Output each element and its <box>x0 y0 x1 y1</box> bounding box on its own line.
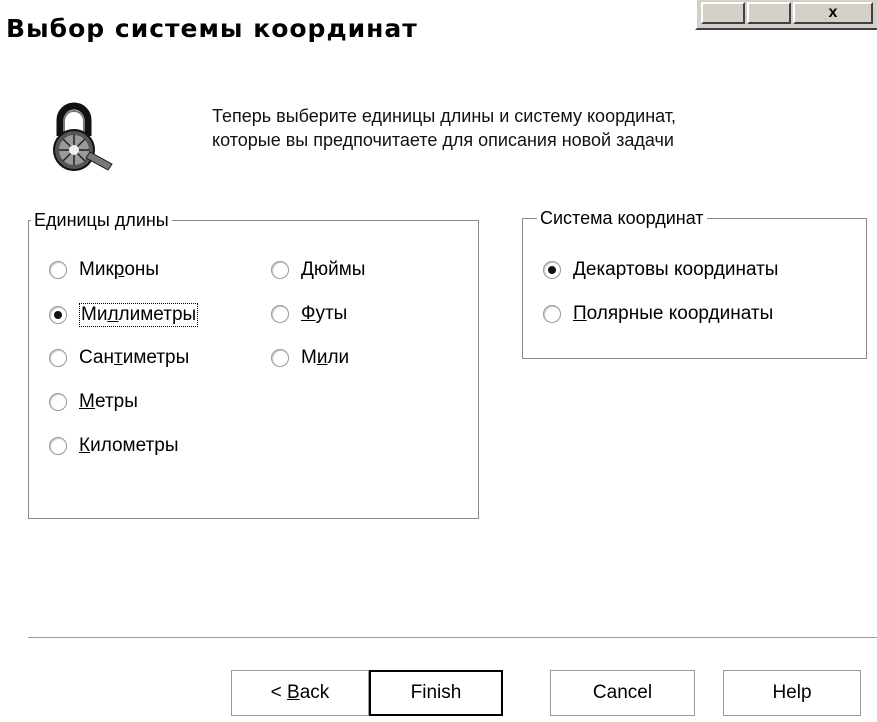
radio-button[interactable] <box>49 306 67 324</box>
units-groupbox: Единицы длины Микроны Миллиметры Сантиме… <box>28 209 479 519</box>
radio-label: Мили <box>301 347 350 368</box>
window-title: Выбор системы координат <box>6 14 418 43</box>
radio-feet[interactable]: Футы <box>271 303 347 325</box>
divider <box>28 637 877 639</box>
maximize-button[interactable] <box>747 2 791 24</box>
radio-label: Футы <box>301 303 348 324</box>
intro-line-1: Теперь выберите единицы длины и систему … <box>212 106 677 126</box>
radio-button[interactable] <box>49 349 67 367</box>
window-controls: x <box>695 0 877 30</box>
intro-line-2: которые вы предпочитаете для описания но… <box>212 130 674 150</box>
radio-polar[interactable]: Полярные координаты <box>543 303 773 325</box>
radio-kilometers[interactable]: Километры <box>49 435 178 457</box>
radio-label: Метры <box>79 391 138 412</box>
radio-button[interactable] <box>271 261 289 279</box>
help-button[interactable]: Help <box>723 670 861 716</box>
radio-label: Миллиметры <box>79 303 199 327</box>
lock-magnifier-icon <box>44 100 144 172</box>
radio-label: Километры <box>79 435 179 456</box>
back-label: < Back <box>270 682 330 703</box>
radio-cartesian[interactable]: Декартовы координаты <box>543 259 778 281</box>
radio-label: Дюймы <box>301 259 366 280</box>
cancel-button[interactable]: Cancel <box>550 670 695 716</box>
radio-centimeters[interactable]: Сантиметры <box>49 347 189 369</box>
title-bar: Выбор системы координат x <box>0 0 877 54</box>
close-icon: x <box>828 4 838 21</box>
coords-groupbox: Система координат Декартовы координаты П… <box>522 207 867 359</box>
radio-button[interactable] <box>49 437 67 455</box>
radio-button[interactable] <box>49 261 67 279</box>
intro-text: Теперь выберите единицы длины и систему … <box>212 104 676 152</box>
radio-label: Сантиметры <box>79 347 190 368</box>
coords-legend: Система координат <box>537 207 707 229</box>
radio-label: Микроны <box>79 259 160 280</box>
close-button[interactable]: x <box>793 2 873 24</box>
radio-button[interactable] <box>271 305 289 323</box>
radio-button[interactable] <box>271 349 289 367</box>
back-button[interactable]: < Back <box>231 670 369 716</box>
radio-button[interactable] <box>543 305 561 323</box>
radio-button[interactable] <box>543 261 561 279</box>
finish-button[interactable]: Finish <box>369 670 503 716</box>
radio-label: Декартовы координаты <box>573 259 779 280</box>
units-legend: Единицы длины <box>31 209 172 231</box>
radio-button[interactable] <box>49 393 67 411</box>
radio-millimeters[interactable]: Миллиметры <box>49 303 199 327</box>
radio-microns[interactable]: Микроны <box>49 259 159 281</box>
radio-inches[interactable]: Дюймы <box>271 259 365 281</box>
radio-meters[interactable]: Метры <box>49 391 138 413</box>
radio-miles[interactable]: Мили <box>271 347 349 369</box>
minimize-button[interactable] <box>701 2 745 24</box>
radio-label: Полярные координаты <box>573 303 774 324</box>
